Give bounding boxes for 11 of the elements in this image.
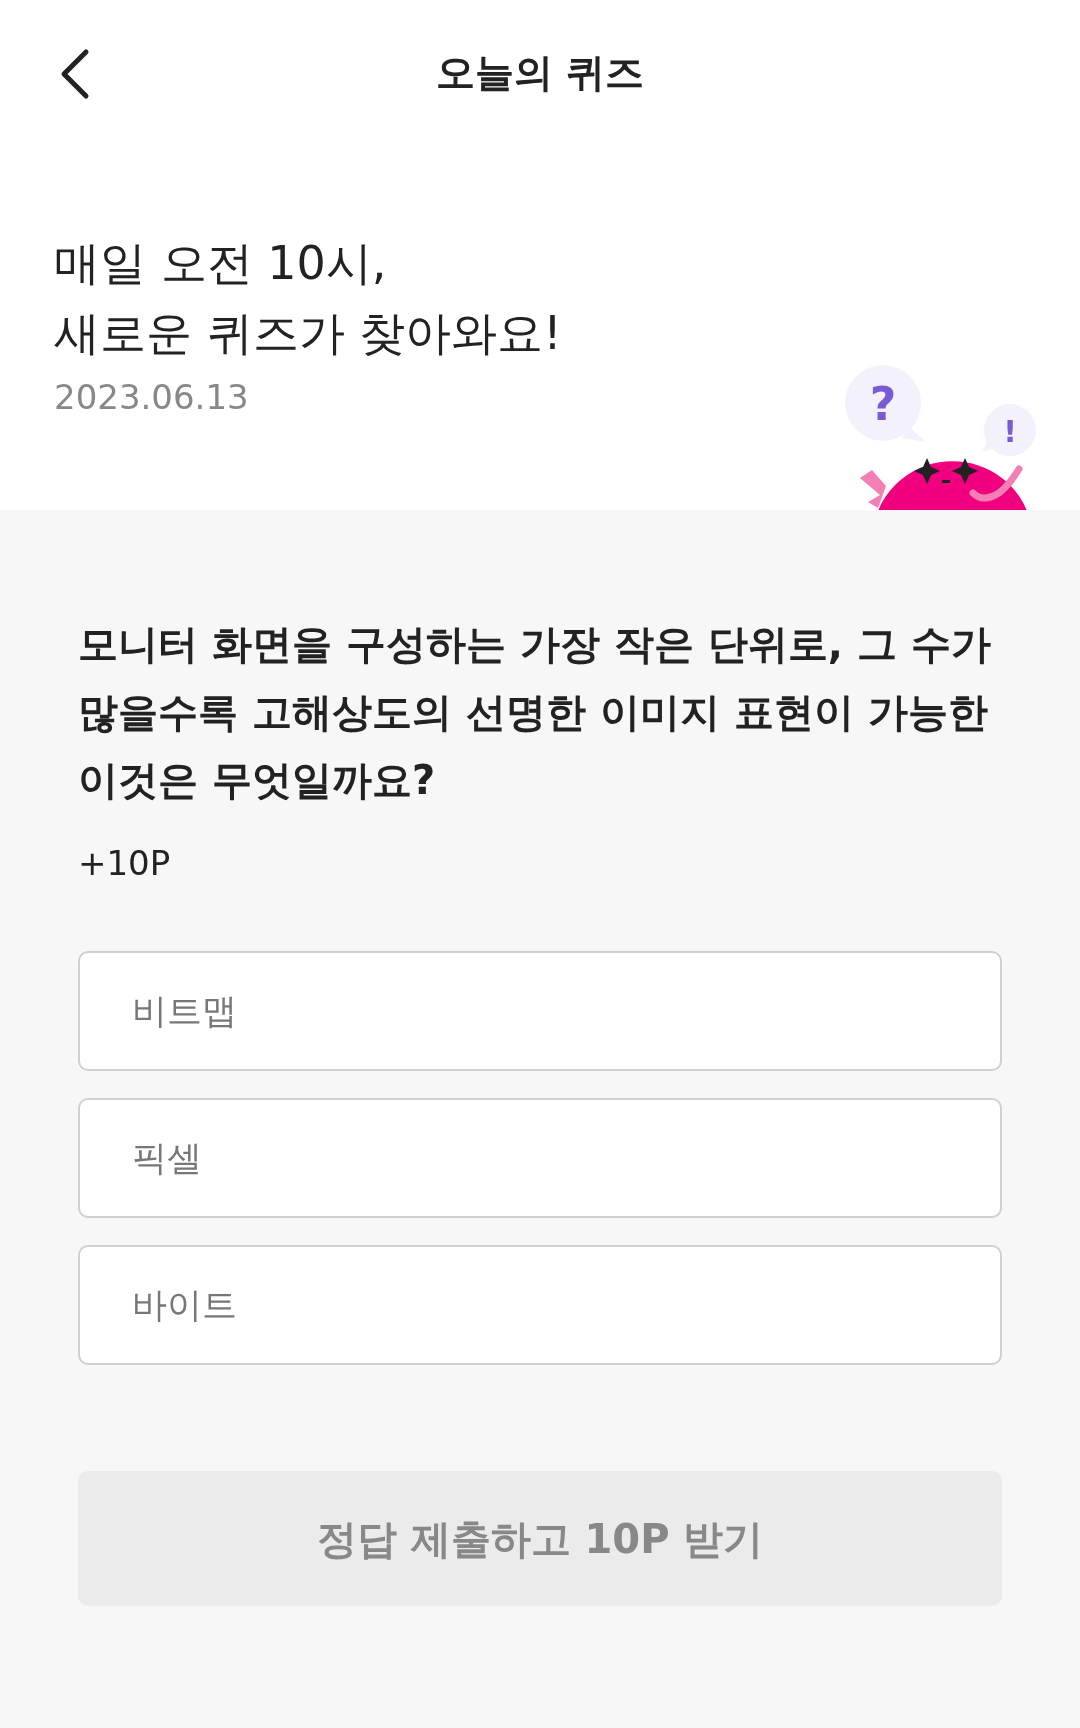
page-title: 오늘의 퀴즈	[435, 49, 645, 97]
points-label: +10P	[78, 842, 172, 885]
quiz-date: 2023.06.13	[54, 376, 249, 419]
exclamation-mark: !	[1003, 414, 1017, 449]
answer-option[interactable]: 바이트	[78, 1245, 1002, 1365]
question-mark: ?	[869, 377, 897, 431]
answer-option[interactable]: 픽셀	[78, 1098, 1002, 1218]
quiz-question: 모니터 화면을 구성하는 가장 작은 단위로, 그 수가 많을수록 고해상도의 선명한 이미지 표현이 가능한 이것은 무엇일까요?	[78, 620, 992, 805]
headline-text: 매일 오전 10시,	[54, 235, 387, 292]
answer-option[interactable]: 비트맵	[78, 951, 1002, 1071]
headline-text: 새로운 퀴즈가 찾아와요!	[54, 305, 562, 362]
